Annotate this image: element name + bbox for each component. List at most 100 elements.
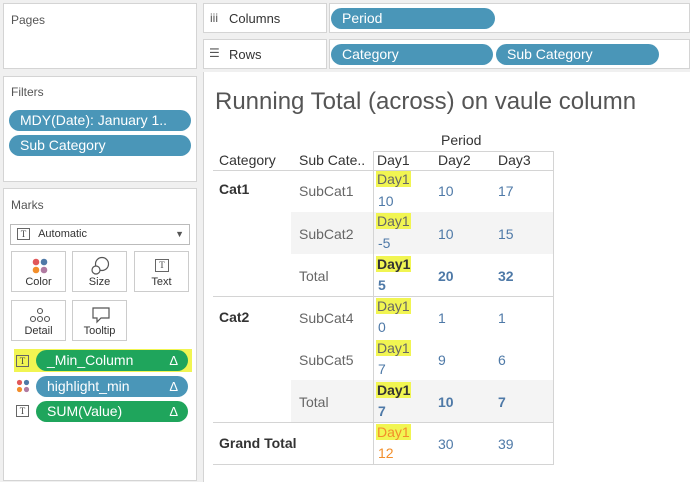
- value-cell: 10: [438, 183, 454, 199]
- category-cat1: Cat1: [219, 181, 250, 197]
- size-icon: [91, 256, 110, 275]
- filters-title: Filters: [11, 85, 44, 99]
- period-header: Period: [441, 132, 482, 148]
- text-button[interactable]: T Text: [134, 251, 189, 292]
- size-button-label: Size: [88, 276, 111, 288]
- value-cell: 10: [378, 193, 394, 209]
- column-divider: [553, 151, 554, 464]
- min-column-pill[interactable]: _Min_Column Δ: [36, 350, 188, 371]
- view-title: Running Total (across) on vaule column: [215, 88, 637, 115]
- columns-shelf[interactable]: Period: [329, 3, 690, 33]
- day1-header[interactable]: Day1: [377, 152, 410, 168]
- rows-icon: ☰: [209, 46, 220, 60]
- filter-pill-subcategory[interactable]: Sub Category: [9, 135, 191, 156]
- sum-value-pill[interactable]: SUM(Value) Δ: [36, 401, 188, 422]
- text-field-icon: T: [16, 355, 29, 367]
- tooltip-button-label: Tooltip: [83, 325, 116, 337]
- text-label-icon: T: [155, 259, 169, 272]
- min-column-label: Day1: [376, 171, 411, 187]
- min-column-label: Day1: [376, 213, 411, 229]
- category-divider: [213, 422, 554, 423]
- columns-label: Columns: [229, 11, 281, 26]
- value-cell: 20: [438, 268, 454, 284]
- color-field-icon: [16, 379, 30, 393]
- subcategory-label: SubCat4: [299, 310, 354, 326]
- category-cat2: Cat2: [219, 309, 250, 325]
- min-column-label: Day1: [376, 256, 412, 272]
- color-button[interactable]: Color: [11, 251, 66, 292]
- pages-title: Pages: [11, 13, 46, 27]
- subcategory-label: SubCat2: [299, 226, 354, 242]
- delta-icon: Δ: [169, 379, 178, 394]
- rows-shelf-label: ☰ Rows: [203, 39, 327, 69]
- subtotal-label: Total: [299, 394, 329, 410]
- filters-card: Filters MDY(Date): January 1.. Sub Categ…: [3, 76, 197, 182]
- detail-icon: [29, 307, 51, 323]
- text-mark-icon: T: [17, 228, 30, 241]
- size-button[interactable]: Size: [72, 251, 127, 292]
- min-column-label: Day1: [376, 382, 412, 398]
- mark-type-value: Automatic: [38, 228, 87, 240]
- min-column-label: Day1: [376, 298, 411, 314]
- color-icon: [32, 258, 48, 274]
- grand-total-value: 12: [378, 445, 394, 461]
- subtotal-label: Total: [299, 268, 329, 284]
- columns-icon: iii: [210, 11, 218, 25]
- value-cell: 17: [498, 183, 514, 199]
- value-cell: 10: [438, 226, 454, 242]
- tooltip-button[interactable]: Tooltip: [72, 300, 127, 341]
- value-cell: 0: [378, 319, 386, 335]
- value-cell: 9: [438, 352, 446, 368]
- rows-label: Rows: [229, 47, 262, 62]
- tooltip-icon: [92, 307, 110, 324]
- subcategory-header[interactable]: Sub Cate..: [299, 152, 365, 168]
- value-cell: 5: [378, 277, 386, 293]
- grand-total-value: 30: [438, 436, 454, 452]
- rows-pill-category[interactable]: Category: [331, 44, 493, 65]
- value-cell: 10: [438, 394, 454, 410]
- grand-total-label: Grand Total: [219, 435, 297, 451]
- day3-header[interactable]: Day3: [498, 152, 531, 168]
- detail-button[interactable]: Detail: [11, 300, 66, 341]
- grand-total-value: 39: [498, 436, 514, 452]
- value-cell: 7: [498, 394, 506, 410]
- rows-shelf[interactable]: Category Sub Category: [329, 39, 690, 69]
- column-divider: [373, 151, 374, 464]
- category-divider: [213, 296, 554, 297]
- day2-header[interactable]: Day2: [438, 152, 471, 168]
- min-column-label: _Min_Column: [47, 352, 134, 368]
- value-cell: 15: [498, 226, 514, 242]
- marks-title: Marks: [11, 198, 44, 212]
- highlight-min-label: highlight_min: [47, 378, 130, 394]
- marks-card: Marks T Automatic ▼ Color Size T Text De…: [3, 188, 197, 481]
- subcategory-label: SubCat1: [299, 183, 354, 199]
- columns-shelf-label: iii Columns: [203, 3, 327, 33]
- value-cell: 32: [498, 268, 514, 284]
- detail-button-label: Detail: [24, 325, 53, 337]
- filter-pill-date[interactable]: MDY(Date): January 1..: [9, 110, 191, 131]
- mark-type-dropdown[interactable]: T Automatic ▼: [10, 224, 190, 245]
- value-cell: 1: [498, 310, 506, 326]
- columns-pill-period[interactable]: Period: [331, 8, 495, 29]
- color-button-label: Color: [25, 276, 52, 288]
- category-header[interactable]: Category: [219, 152, 276, 168]
- value-cell: 7: [378, 403, 386, 419]
- rows-pill-subcategory[interactable]: Sub Category: [496, 44, 659, 65]
- text-field-icon: T: [16, 405, 29, 417]
- delta-icon: Δ: [169, 404, 178, 419]
- row-band: [291, 380, 553, 422]
- sum-value-label: SUM(Value): [47, 403, 123, 419]
- pages-card[interactable]: Pages: [3, 3, 197, 69]
- value-cell: 6: [498, 352, 506, 368]
- value-cell: 7: [378, 361, 386, 377]
- value-cell: 1: [438, 310, 446, 326]
- min-column-label: Day1: [376, 340, 411, 356]
- delta-icon: Δ: [169, 353, 178, 368]
- chevron-down-icon: ▼: [175, 229, 184, 239]
- subcategory-label: SubCat5: [299, 352, 354, 368]
- text-button-label: Text: [151, 276, 172, 288]
- value-cell: -5: [378, 235, 391, 251]
- table-bottom: [213, 464, 554, 465]
- min-column-label: Day1: [376, 424, 411, 440]
- highlight-min-pill[interactable]: highlight_min Δ: [36, 376, 188, 397]
